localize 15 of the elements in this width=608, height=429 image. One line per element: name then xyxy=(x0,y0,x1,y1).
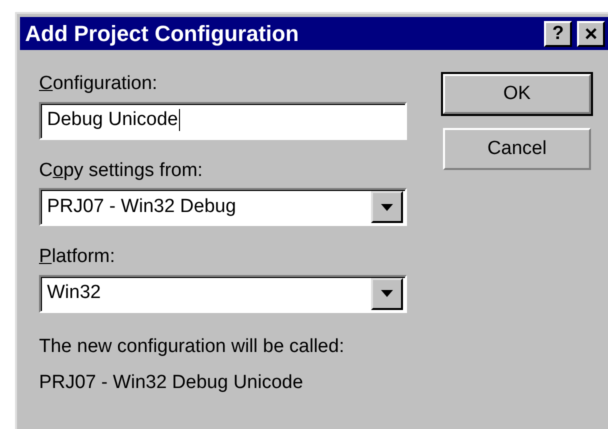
window-title: Add Project Configuration xyxy=(25,20,299,48)
cancel-button[interactable]: Cancel xyxy=(443,128,591,170)
dropdown-arrow-icon[interactable] xyxy=(381,290,393,297)
help-button[interactable]: ? xyxy=(544,20,572,46)
dropdown-arrow-icon[interactable] xyxy=(381,204,393,210)
close-button[interactable]: × xyxy=(577,20,605,46)
dropdown-field[interactable]: PRJ07 - Win32 Debug xyxy=(39,188,407,226)
result-name: PRJ07 - Win32 Debug Unicode xyxy=(39,370,304,394)
field-label: Platform: xyxy=(39,245,116,269)
text-field[interactable]: Debug Unicode xyxy=(39,102,407,140)
field-label: Copy settings from: xyxy=(39,158,203,182)
ok-button[interactable]: OK xyxy=(443,74,591,114)
result-caption: The new configuration will be called: xyxy=(39,334,346,358)
dropdown-field[interactable]: Win32 xyxy=(39,274,407,312)
field-label: Configuration: xyxy=(39,72,158,96)
